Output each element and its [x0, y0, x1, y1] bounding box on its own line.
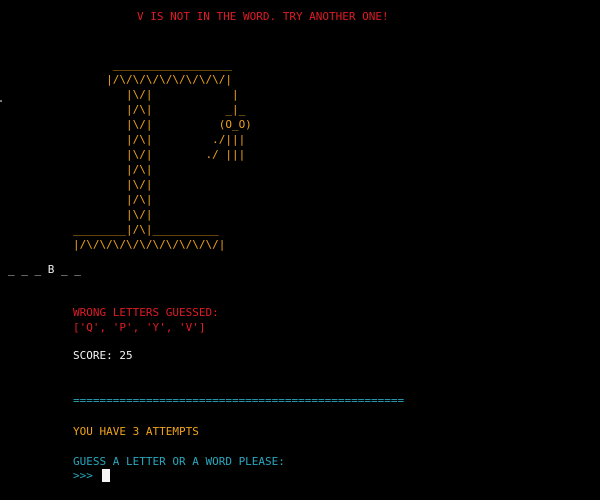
status-message: V IS NOT IN THE WORD. TRY ANOTHER ONE! — [137, 10, 389, 23]
terminal-edge-mark — [0, 100, 2, 102]
divider-line: ========================================… — [73, 394, 405, 407]
wrong-letters-list: ['Q', 'P', 'Y', 'V'] — [73, 321, 206, 334]
wrong-letters-title: WRONG LETTERS GUESSED: — [73, 306, 219, 319]
gallows-line: |/\| — [73, 193, 153, 206]
input-prompt-symbol: >>> — [73, 469, 100, 482]
input-line[interactable]: >>> — [73, 468, 110, 483]
gallows-line: |\/| — [73, 178, 153, 191]
gallows-line: |/\/\/\/\/\/\/\/\/| — [73, 73, 232, 86]
gallows-line: |\/| ./ ||| — [73, 148, 246, 161]
gallows-line: |/\| ./||| — [73, 133, 246, 146]
word-hint: _ _ _ B _ _ — [8, 263, 81, 276]
guess-prompt: GUESS A LETTER OR A WORD PLEASE: — [73, 455, 285, 468]
gallows-art: __________________ |/\/\/\/\/\/\/\/\/| |… — [73, 57, 252, 252]
gallows-line: |/\/\/\/\/\/\/\/\/\/\/| — [73, 238, 226, 251]
gallows-line: __________________ — [73, 58, 232, 71]
attempts-remaining: YOU HAVE 3 ATTEMPTS — [73, 425, 199, 438]
gallows-line: ________|/\|__________ — [73, 223, 219, 236]
text-cursor[interactable] — [101, 469, 110, 482]
score-display: SCORE: 25 — [73, 349, 133, 362]
gallows-line: |\/| (O_O) — [73, 118, 252, 131]
gallows-line: |/\| — [73, 163, 153, 176]
gallows-line: |\/| — [73, 208, 153, 221]
gallows-line: |\/| | — [73, 88, 239, 101]
gallows-line: |/\| _|_ — [73, 103, 246, 116]
